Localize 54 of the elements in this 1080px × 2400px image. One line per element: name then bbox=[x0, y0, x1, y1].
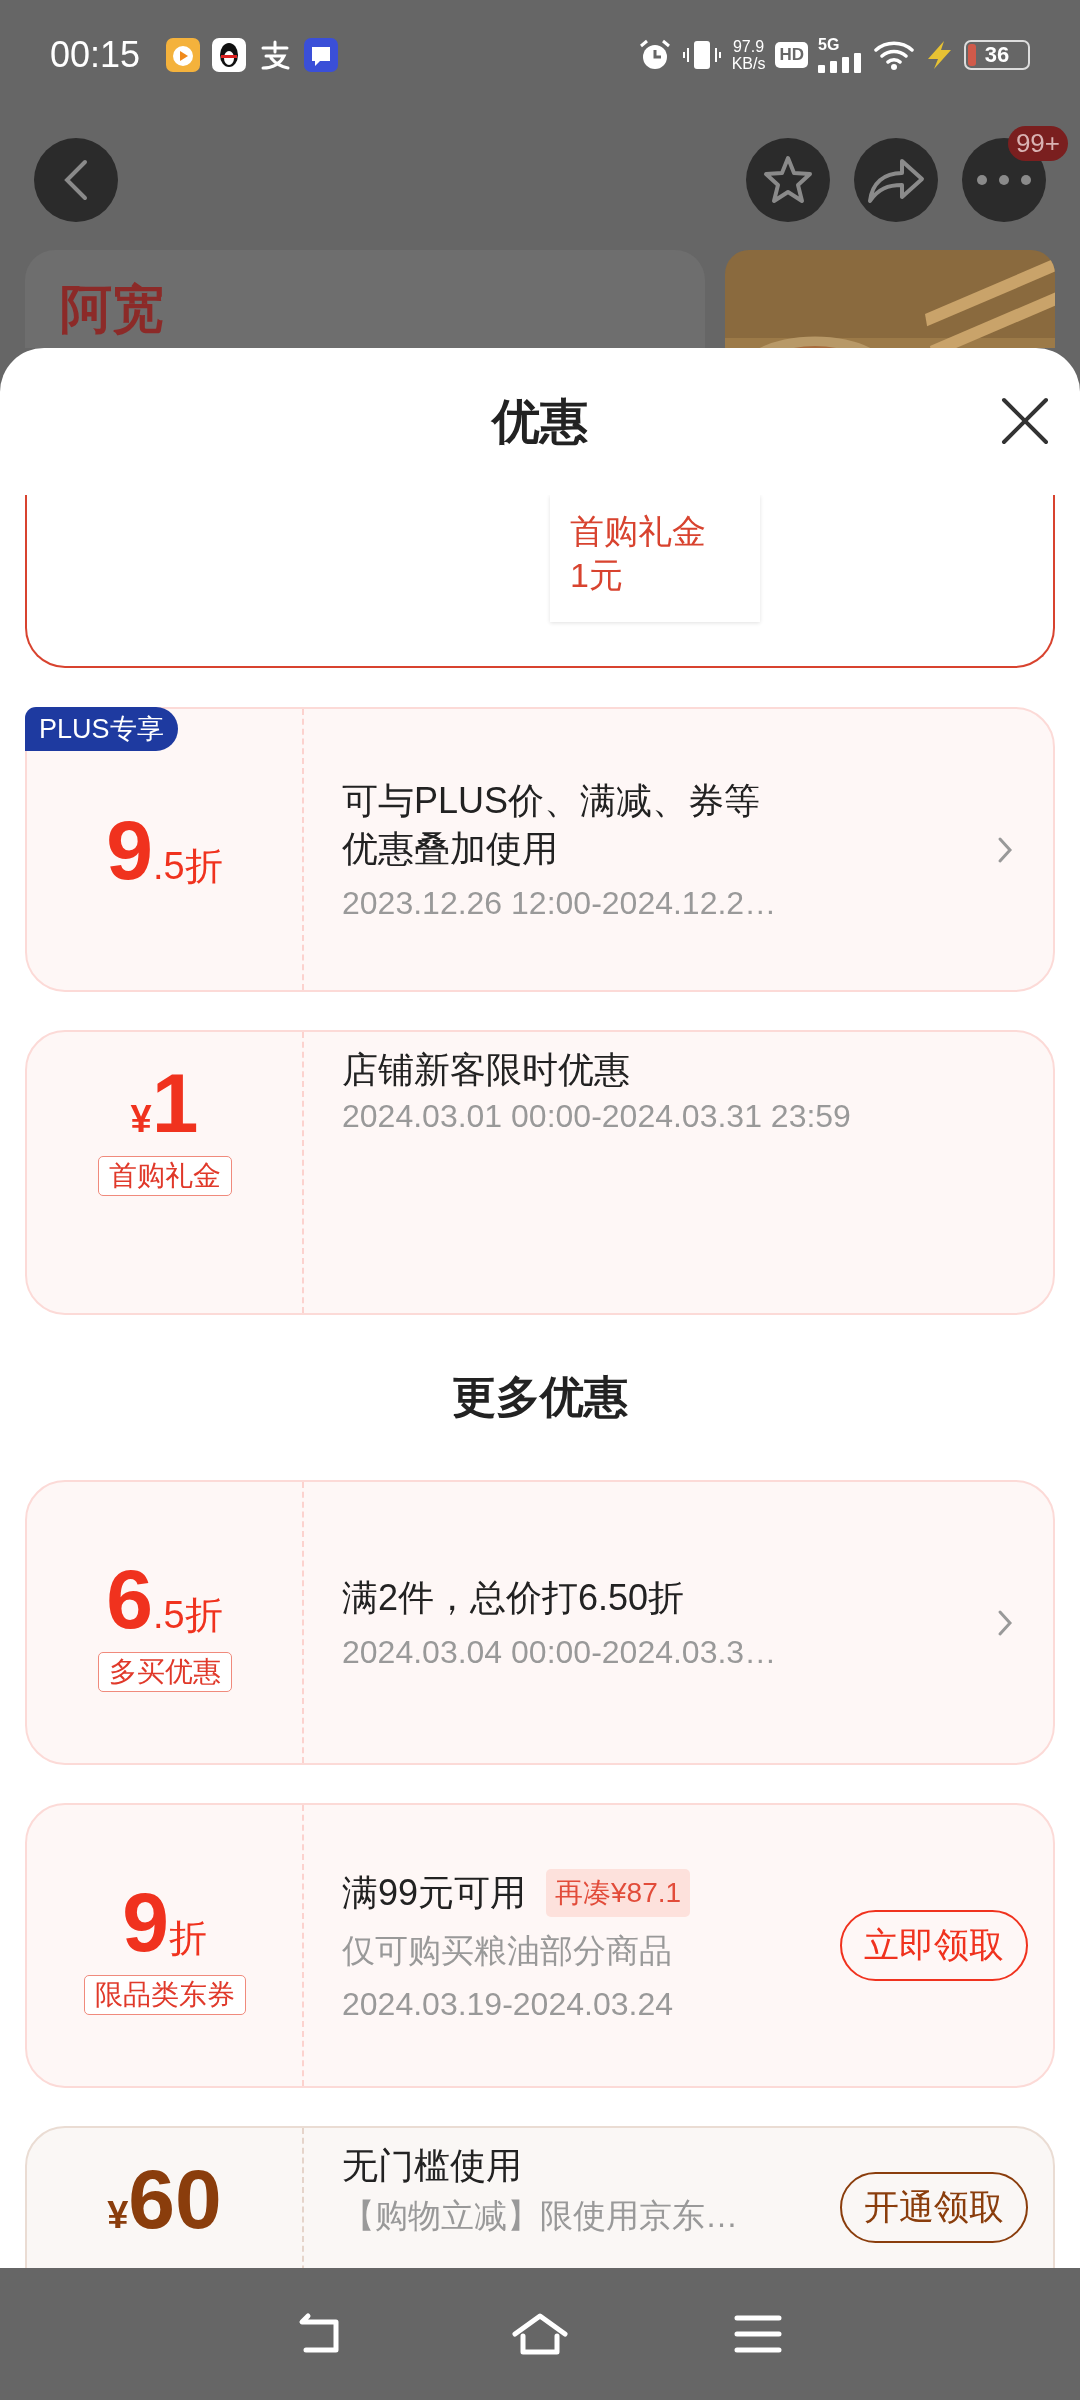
sheet-title: 优惠 bbox=[492, 393, 588, 450]
status-time: 00:15 bbox=[50, 34, 141, 76]
menu-icon[interactable] bbox=[734, 2314, 782, 2354]
validity-period: 2024.03.19-2024.03.24 bbox=[342, 1985, 674, 2023]
gift-label: 首购礼金 bbox=[570, 511, 707, 552]
coupon-title: 可与PLUS价、满减、券等优惠叠加使用 bbox=[342, 779, 762, 871]
brand-logo: 阿宽 bbox=[60, 278, 164, 339]
coupon-card[interactable]: PLUS专享 9.5折 可与PLUS价、满减、券等优惠叠加使用 2023.12.26 12:00-2024.12.2… bbox=[25, 707, 1055, 992]
signal-icon bbox=[818, 53, 864, 73]
discount-value: 6.5折 bbox=[106, 1553, 223, 1644]
coupon-card[interactable]: 6.5折 多买优惠 满2件，总价打6.50折 2024.03.04 00:00-2024.03.3… bbox=[25, 1480, 1055, 1765]
vibrate-icon bbox=[681, 38, 722, 72]
video-app-icon bbox=[166, 38, 201, 72]
claim-button[interactable]: 立即领取 bbox=[840, 1910, 1028, 1981]
more-icon bbox=[974, 174, 1034, 186]
gift-card[interactable]: 首购礼金 1元 bbox=[550, 495, 760, 622]
chevron-right-icon[interactable] bbox=[997, 835, 1013, 864]
coupon-condition: 仅可购买粮油部分商品 bbox=[342, 1930, 673, 1971]
close-icon[interactable] bbox=[1000, 396, 1050, 446]
network-speed: 97.9 bbox=[732, 38, 765, 55]
shortfall-label: 再凑¥87.1 bbox=[546, 1868, 691, 1917]
coupon-title: 满99元可用 bbox=[342, 1870, 527, 1915]
section-title: 更多优惠 bbox=[452, 1371, 628, 1423]
coupon-title: 店铺新客限时优惠 bbox=[342, 1048, 630, 1092]
coupon-tag: 多买优惠 bbox=[97, 1651, 232, 1692]
notification-badge: 99+ bbox=[1007, 126, 1068, 161]
discount-value: 9.5折 bbox=[106, 804, 223, 895]
coupon-card[interactable]: ¥60 无门槛使用 【购物立减】限使用京东… 开通领取 bbox=[25, 2126, 1055, 2268]
validity-period: 2024.03.01 00:00-2024.03.31 23:59 bbox=[342, 1098, 852, 1135]
coupon-card[interactable]: ¥1 首购礼金 店铺新客限时优惠 2024.03.01 00:00-2024.03.31 23:59 bbox=[25, 1030, 1055, 1315]
discount-value: 9折 bbox=[122, 1876, 207, 1967]
network-type: 5G bbox=[818, 37, 841, 53]
coupon-condition: 【购物立减】限使用京东… bbox=[342, 2196, 739, 2236]
wifi-icon bbox=[874, 39, 914, 71]
chevron-right-icon[interactable] bbox=[997, 1608, 1013, 1637]
cash-value: ¥60 bbox=[107, 2154, 222, 2244]
coupon-tag: 限品类东券 bbox=[83, 1974, 246, 2015]
cash-value: ¥1 bbox=[130, 1058, 199, 1148]
penguin-app-icon bbox=[212, 38, 247, 72]
gift-amount: 1元 bbox=[570, 555, 624, 596]
coupon-tag: 首购礼金 bbox=[97, 1156, 232, 1196]
alarm-icon bbox=[637, 38, 672, 72]
home-icon[interactable] bbox=[511, 2312, 569, 2356]
claim-button[interactable]: 开通领取 bbox=[840, 2172, 1028, 2243]
validity-period: 2023.12.26 12:00-2024.12.2… bbox=[342, 885, 778, 922]
hd-badge: HD bbox=[775, 42, 808, 68]
coupon-card[interactable]: 9折 限品类东券 满99元可用 再凑¥87.1 仅可购买粮油部分商品 2024.03.19-2024.03.24 立即领取 bbox=[25, 1803, 1055, 2088]
coupon-title: 满2件，总价打6.50折 bbox=[342, 1576, 685, 1620]
plus-badge: PLUS专享 bbox=[25, 707, 178, 751]
chat-app-icon bbox=[304, 38, 339, 72]
coupon-title: 无门槛使用 bbox=[342, 2144, 522, 2188]
battery-icon: 36 bbox=[964, 40, 1030, 70]
validity-period: 2024.03.04 00:00-2024.03.3… bbox=[342, 1634, 778, 1671]
speed-unit: KB/s bbox=[731, 55, 766, 72]
